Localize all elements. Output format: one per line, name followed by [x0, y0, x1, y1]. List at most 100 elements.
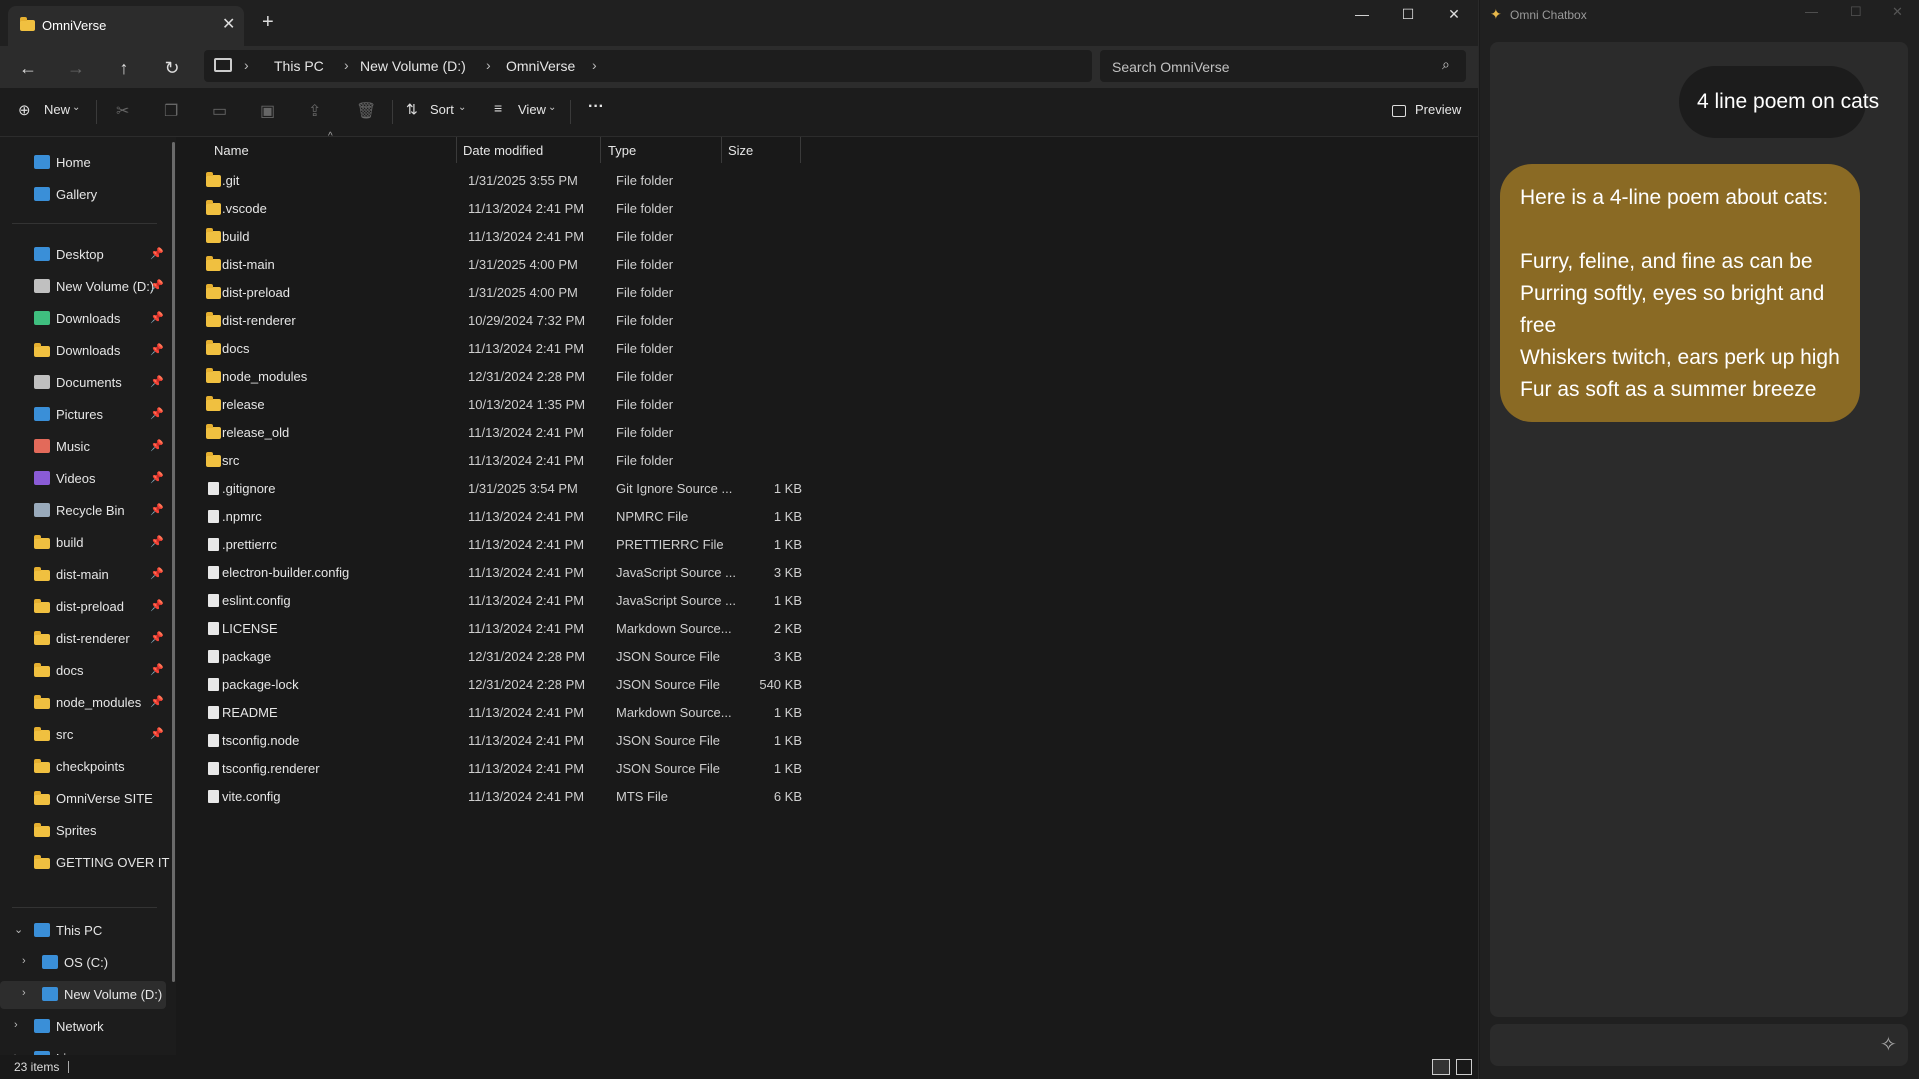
column-header-name[interactable]: Name	[214, 143, 249, 158]
sidebar-item[interactable]: GETTING OVER IT	[0, 849, 169, 877]
sidebar-item[interactable]: dist-renderer 📌	[0, 625, 166, 653]
file-row[interactable]: tsconfig.renderer 11/13/2024 2:41 PM JSON …	[196, 755, 806, 783]
sidebar-item[interactable]: checkpoints	[0, 753, 166, 781]
breadcrumb-omniverse[interactable]: OmniVerse	[506, 58, 575, 74]
file-row[interactable]: electron-builder.config 11/13/2024 2:41 P…	[196, 559, 806, 587]
sidebar-item[interactable]: New Volume (D:) 📌	[0, 273, 166, 301]
more-options-button[interactable]: ···	[588, 98, 604, 116]
details-view-icon[interactable]	[1432, 1059, 1450, 1075]
column-divider[interactable]	[800, 137, 801, 163]
search-box[interactable]: ⌕	[1100, 50, 1466, 82]
column-header-size[interactable]: Size	[728, 143, 753, 158]
magic-send-icon[interactable]: ✧	[1880, 1032, 1897, 1057]
sidebar-item[interactable]: Videos 📌	[0, 465, 166, 493]
pin-icon[interactable]: 📌	[150, 503, 164, 516]
column-header-date[interactable]: Date modified	[463, 143, 543, 158]
cut-icon[interactable]: ✂	[116, 101, 129, 121]
paste-icon[interactable]: ▭	[212, 101, 227, 121]
sidebar-item[interactable]: Downloads 📌	[0, 337, 166, 365]
sidebar-item[interactable]: Downloads 📌	[0, 305, 166, 333]
file-row[interactable]: dist-preload 1/31/2025 4:00 PM File folder	[196, 279, 806, 307]
sidebar-item[interactable]: OS (C:) ›	[0, 949, 166, 977]
new-button[interactable]: New	[44, 102, 70, 117]
pin-icon[interactable]: 📌	[150, 343, 164, 356]
breadcrumb[interactable]: › This PC › New Volume (D:) › OmniVerse …	[204, 50, 1092, 82]
sidebar-item[interactable]: Linux›	[0, 1045, 166, 1055]
chevron-right-icon[interactable]: ›	[244, 57, 249, 73]
file-row[interactable]: .gitignore 1/31/2025 3:54 PM Git Ignore So…	[196, 475, 806, 503]
forward-button[interactable]: →	[62, 54, 90, 82]
breadcrumb-new-volume[interactable]: New Volume (D:)	[360, 58, 466, 74]
file-row[interactable]: build 11/13/2024 2:41 PM File folder	[196, 223, 806, 251]
sidebar-scrollbar[interactable]	[172, 142, 175, 982]
column-divider[interactable]	[721, 137, 722, 163]
up-button[interactable]: ↑	[110, 54, 138, 82]
new-tab-button[interactable]: +	[262, 11, 274, 34]
file-row[interactable]: .git 1/31/2025 3:55 PM File folder	[196, 167, 806, 195]
file-row[interactable]: README 11/13/2024 2:41 PM Markdown Source.…	[196, 699, 806, 727]
sidebar-item[interactable]: dist-main 📌	[0, 561, 166, 589]
sort-button[interactable]: Sort	[430, 102, 454, 117]
sidebar-item[interactable]: Pictures 📌	[0, 401, 166, 429]
chat-input-field[interactable]: ✧	[1490, 1024, 1908, 1066]
sidebar-item[interactable]: node_modules 📌	[0, 689, 166, 717]
chevron-down-icon[interactable]: ⌄	[14, 923, 23, 936]
pin-icon[interactable]: 📌	[150, 279, 164, 292]
sidebar-item[interactable]: docs 📌	[0, 657, 166, 685]
sidebar-item[interactable]: build 📌	[0, 529, 166, 557]
search-input[interactable]	[1110, 56, 1434, 78]
file-row[interactable]: release_old 11/13/2024 2:41 PM File folder	[196, 419, 806, 447]
close-window-button[interactable]: ✕	[1892, 4, 1903, 20]
file-row[interactable]: src 11/13/2024 2:41 PM File folder	[196, 447, 806, 475]
pin-icon[interactable]: 📌	[150, 247, 164, 260]
chevron-right-icon[interactable]: ›	[22, 955, 26, 967]
minimize-button[interactable]: —	[1805, 4, 1818, 19]
sidebar-item[interactable]: dist-preload 📌	[0, 593, 166, 621]
view-button[interactable]: View	[518, 102, 546, 117]
pin-icon[interactable]: 📌	[150, 663, 164, 676]
tab-omniverse[interactable]: OmniVerse ✕	[8, 6, 244, 46]
breadcrumb-this-pc[interactable]: This PC	[274, 58, 324, 74]
sidebar-item[interactable]: Music 📌	[0, 433, 166, 461]
file-row[interactable]: package-lock 12/31/2024 2:28 PM JSON Sourc…	[196, 671, 806, 699]
file-row[interactable]: vite.config 11/13/2024 2:41 PM MTS File 6 K…	[196, 783, 806, 811]
sidebar-item[interactable]: New Volume (D:) ›	[0, 981, 166, 1009]
sidebar-item[interactable]: Documents 📌	[0, 369, 166, 397]
refresh-button[interactable]: ↻	[158, 54, 186, 82]
file-row[interactable]: dist-renderer 10/29/2024 7:32 PM File fold…	[196, 307, 806, 335]
minimize-button[interactable]: —	[1342, 6, 1382, 22]
file-row[interactable]: node_modules 12/31/2024 2:28 PM File folde…	[196, 363, 806, 391]
pin-icon[interactable]: 📌	[150, 439, 164, 452]
tiles-view-icon[interactable]	[1456, 1059, 1472, 1075]
pin-icon[interactable]: 📌	[150, 567, 164, 580]
sidebar-item[interactable]: This PC ⌄	[0, 917, 166, 945]
file-row[interactable]: dist-main 1/31/2025 4:00 PM File folder	[196, 251, 806, 279]
sidebar-item[interactable]: Desktop 📌	[0, 241, 166, 269]
sidebar-item[interactable]: src 📌	[0, 721, 166, 749]
pin-icon[interactable]: 📌	[150, 631, 164, 644]
share-icon[interactable]: ⇪	[308, 101, 321, 121]
file-row[interactable]: LICENSE 11/13/2024 2:41 PM Markdown Source…	[196, 615, 806, 643]
chevron-right-icon[interactable]: ›	[14, 1019, 18, 1031]
sidebar-item[interactable]: Network ›	[0, 1013, 166, 1041]
back-button[interactable]: ←	[14, 54, 42, 82]
sidebar-item[interactable]: OmniVerse SITE	[0, 785, 166, 813]
pin-icon[interactable]: 📌	[150, 599, 164, 612]
file-row[interactable]: .vscode 11/13/2024 2:41 PM File folder	[196, 195, 806, 223]
chevron-right-icon[interactable]: ›	[486, 57, 491, 73]
close-tab-icon[interactable]: ✕	[222, 14, 235, 34]
sidebar-item[interactable]: Home	[0, 149, 166, 177]
delete-icon[interactable]: 🗑	[356, 101, 376, 121]
pin-icon[interactable]: 📌	[150, 471, 164, 484]
chevron-right-icon[interactable]: ›	[22, 987, 26, 999]
pin-icon[interactable]: 📌	[150, 535, 164, 548]
file-row[interactable]: .npmrc 11/13/2024 2:41 PM NPMRC File 1 KB	[196, 503, 806, 531]
sidebar-item[interactable]: Recycle Bin 📌	[0, 497, 166, 525]
file-row[interactable]: tsconfig.node 11/13/2024 2:41 PM JSON Sour…	[196, 727, 806, 755]
chevron-right-icon[interactable]: ›	[592, 57, 597, 73]
chevron-right-icon[interactable]: ›	[344, 57, 349, 73]
file-row[interactable]: release 10/13/2024 1:35 PM File folder	[196, 391, 806, 419]
column-divider[interactable]	[456, 137, 457, 163]
rename-icon[interactable]: ▣	[260, 101, 275, 121]
column-divider[interactable]	[600, 137, 601, 163]
